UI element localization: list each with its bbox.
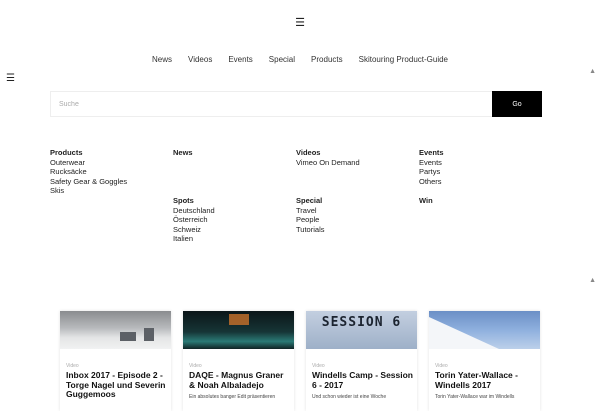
card-title[interactable]: DAQE - Magnus Graner & Noah Albaladejo [189, 370, 290, 390]
menu-heading[interactable]: Spots [173, 196, 215, 206]
card-title[interactable]: Torin Yater-Wallace - Windells 2017 [435, 370, 536, 390]
menu-item[interactable]: Travel [296, 206, 324, 216]
card-category[interactable]: Video [435, 363, 540, 369]
thumbnail-detail [120, 332, 136, 341]
nav-events[interactable]: Events [228, 55, 252, 64]
menu-videos: Videos Vimeo On Demand [296, 148, 360, 167]
thumbnail-detail [144, 328, 154, 341]
menu-item[interactable]: Rucksäcke [50, 167, 127, 177]
card-thumbnail[interactable] [183, 311, 294, 349]
card-title[interactable]: Windells Camp - Session 6 - 2017 [312, 370, 413, 390]
menu-icon[interactable]: ☰ [0, 17, 600, 29]
thumbnail-text: SESSION 6 [321, 315, 402, 330]
menu-item[interactable]: Italien [173, 234, 215, 244]
card-thumbnail[interactable] [60, 311, 171, 349]
thumbnail-detail [429, 317, 499, 349]
video-card[interactable]: Video Torin Yater-Wallace - Windells 201… [429, 311, 540, 411]
video-card[interactable]: Video DAQE - Magnus Graner & Noah Albala… [183, 311, 294, 411]
card-category[interactable]: Video [312, 363, 417, 369]
scroll-up-icon[interactable]: ▲ [589, 277, 596, 284]
menu-item[interactable]: People [296, 215, 324, 225]
nav-special[interactable]: Special [269, 55, 295, 64]
menu-item[interactable]: Vimeo On Demand [296, 158, 360, 168]
card-title[interactable]: Inbox 2017 - Episode 2 - Torge Nagel und… [66, 370, 167, 400]
card-category[interactable]: Video [66, 363, 171, 369]
search-input[interactable] [51, 92, 492, 116]
menu-heading[interactable]: Win [419, 196, 433, 206]
menu-item[interactable]: Österreich [173, 215, 215, 225]
menu-heading[interactable]: News [173, 148, 193, 158]
menu-heading[interactable]: Events [419, 148, 444, 158]
menu-heading[interactable]: Videos [296, 148, 360, 158]
card-excerpt: Torin Yater-Wallace war im Windells [435, 394, 515, 400]
menu-item[interactable]: Schweiz [173, 225, 215, 235]
scroll-up-icon[interactable]: ▲ [589, 68, 596, 75]
menu-item[interactable]: Skis [50, 186, 127, 196]
video-cards: Video Inbox 2017 - Episode 2 - Torge Nag… [60, 311, 540, 411]
side-menu-icon[interactable]: ☰ [6, 74, 15, 84]
thumbnail-logo [229, 314, 249, 325]
menu-item[interactable]: Safety Gear & Goggles [50, 177, 127, 187]
menu-special: Special Travel People Tutorials [296, 196, 324, 234]
nav-skitouring-guide[interactable]: Skitouring Product-Guide [359, 55, 448, 64]
video-card[interactable]: Video Inbox 2017 - Episode 2 - Torge Nag… [60, 311, 171, 411]
menu-win: Win [419, 196, 433, 206]
search-go-button[interactable]: Go [492, 91, 542, 117]
menu-events: Events Events Partys Others [419, 148, 444, 186]
video-card[interactable]: SESSION 6 Video Windells Camp - Session … [306, 311, 417, 411]
menu-item[interactable]: Tutorials [296, 225, 324, 235]
menu-item[interactable]: Deutschland [173, 206, 215, 216]
menu-products: Products Outerwear Rucksäcke Safety Gear… [50, 148, 127, 196]
card-category[interactable]: Video [189, 363, 294, 369]
search-bar: Go [50, 91, 542, 117]
card-excerpt: Und schon wieder ist eine Woche [312, 394, 387, 400]
menu-spots: Spots Deutschland Österreich Schweiz Ita… [173, 196, 215, 244]
nav-news[interactable]: News [152, 55, 172, 64]
nav-videos[interactable]: Videos [188, 55, 212, 64]
menu-heading[interactable]: Products [50, 148, 127, 158]
main-nav: News Videos Events Special Products Skit… [0, 55, 600, 64]
menu-news: News [173, 148, 193, 158]
menu-item[interactable]: Others [419, 177, 444, 187]
menu-heading[interactable]: Special [296, 196, 324, 206]
menu-item[interactable]: Partys [419, 167, 444, 177]
menu-item[interactable]: Events [419, 158, 444, 168]
card-thumbnail[interactable]: SESSION 6 [306, 311, 417, 349]
card-thumbnail[interactable] [429, 311, 540, 349]
nav-products[interactable]: Products [311, 55, 343, 64]
card-excerpt: Ein absolutes banger Edit präsentieren [189, 394, 276, 400]
menu-item[interactable]: Outerwear [50, 158, 127, 168]
